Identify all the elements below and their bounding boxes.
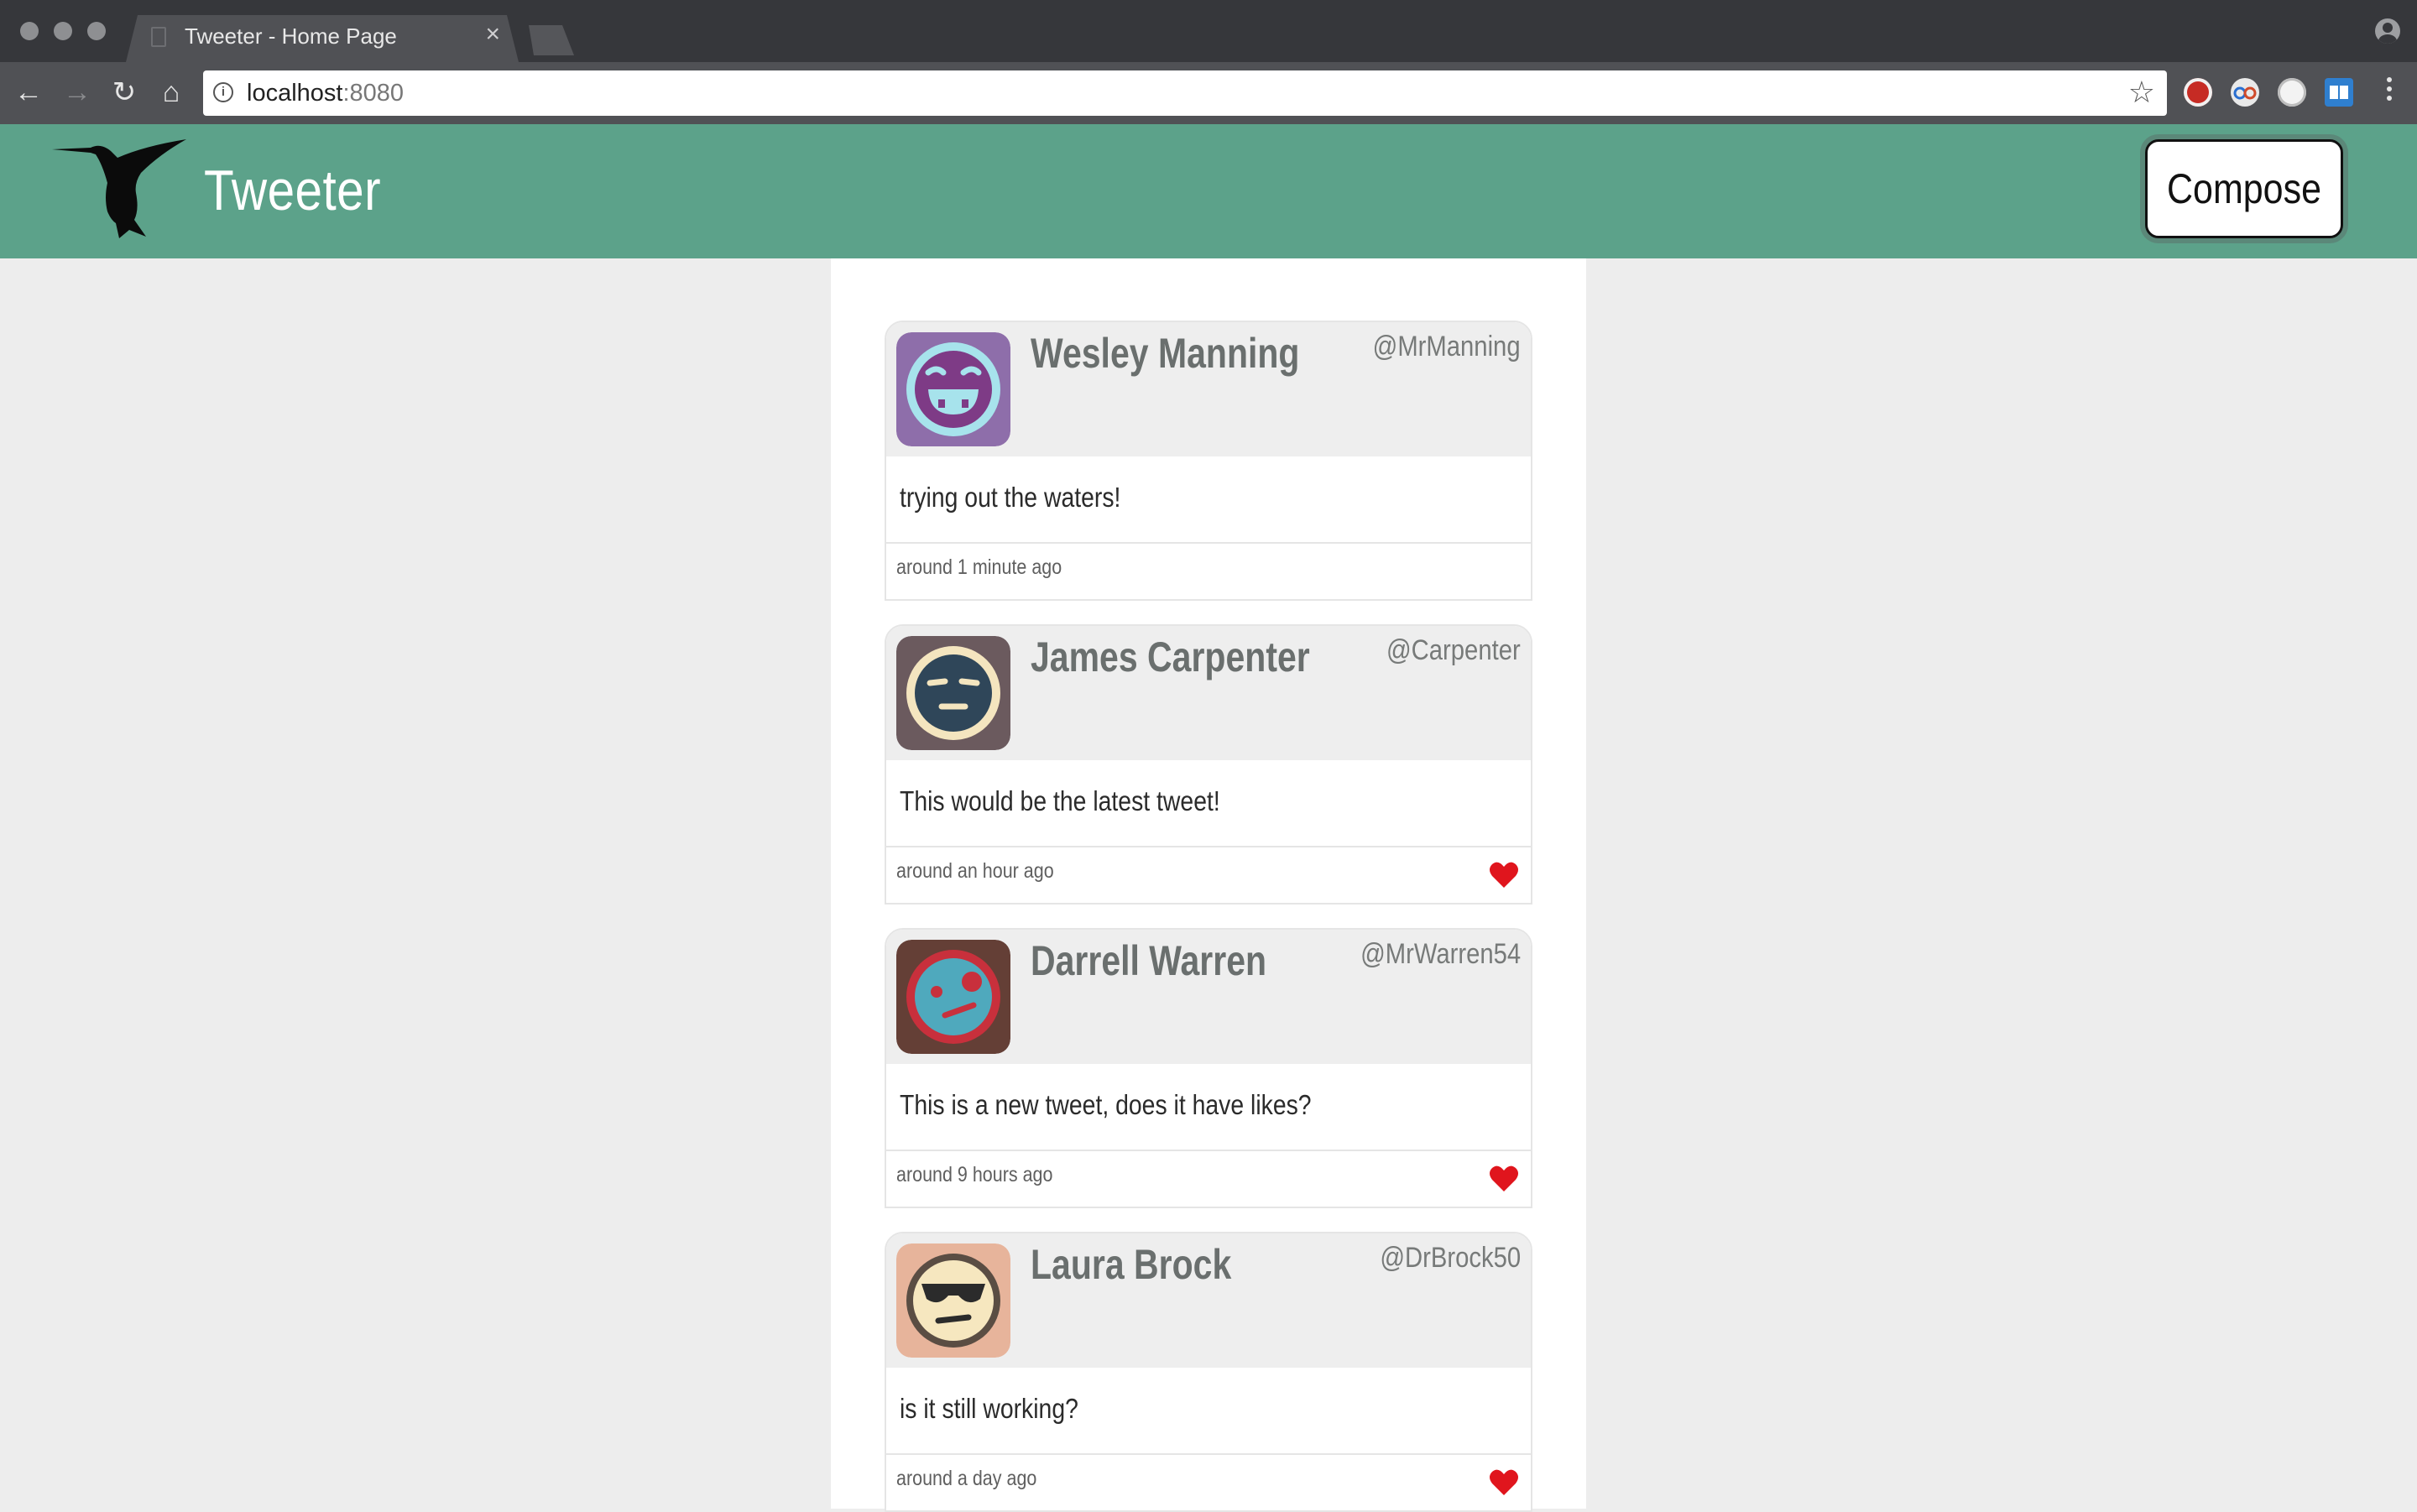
browser-menu-icon[interactable] [2387, 77, 2394, 105]
tweet-card: James Carpenter @Carpenter This would be… [885, 624, 1532, 905]
new-tab-button[interactable] [522, 25, 574, 55]
compose-label: Compose [2166, 165, 2322, 212]
window-zoom-dot[interactable] [87, 22, 106, 40]
page-icon [151, 27, 166, 47]
hummingbird-logo [52, 139, 186, 238]
tweet-text: This is a new tweet, does it have likes? [900, 1089, 1312, 1120]
browser-tab[interactable]: Tweeter - Home Page × [126, 15, 519, 62]
tweet-author-handle[interactable]: @DrBrock50 [1380, 1242, 1521, 1275]
site-info-icon[interactable]: i [213, 82, 233, 102]
tweet-timestamp: around an hour ago [896, 859, 1054, 883]
tweet-author-name[interactable]: James Carpenter [1031, 633, 1310, 681]
tweet-footer: around 9 hours ago [886, 1151, 1531, 1207]
tweet-card: Darrell Warren @MrWarren54 This is a new… [885, 928, 1532, 1208]
tweet-author-handle[interactable]: @MrWarren54 [1360, 938, 1521, 971]
tweet-author-name[interactable]: Wesley Manning [1031, 329, 1299, 378]
bookmark-star-icon[interactable]: ☆ [2128, 76, 2155, 109]
tweet-author-handle[interactable]: @Carpenter [1386, 634, 1521, 667]
tab-title: Tweeter - Home Page [185, 23, 397, 49]
tweet-body: This would be the latest tweet! [886, 760, 1531, 847]
address-bar[interactable]: i localhost:8080 ☆ [203, 70, 2167, 116]
url-port: :8080 [342, 80, 405, 107]
forward-arrow-icon[interactable]: → [60, 76, 94, 109]
glasses-icon[interactable] [2231, 78, 2259, 107]
tweet-text: This would be the latest tweet! [900, 785, 1220, 816]
home-icon[interactable]: ⌂ [154, 76, 188, 109]
avatar[interactable] [896, 1243, 1010, 1358]
tweet-author-handle[interactable]: @MrManning [1373, 331, 1521, 363]
tab-close-icon[interactable]: × [485, 22, 500, 47]
profile-icon[interactable] [2375, 18, 2400, 44]
heart-icon[interactable] [1489, 1468, 1519, 1497]
tweet-timestamp: around a day ago [896, 1467, 1037, 1490]
tweet-body: trying out the waters! [886, 456, 1531, 544]
app-header: Tweeter Compose [0, 124, 2417, 258]
tweet-body: This is a new tweet, does it have likes? [886, 1064, 1531, 1151]
tweet-author-name[interactable]: Laura Brock [1031, 1240, 1231, 1289]
window-close-dot[interactable] [20, 22, 39, 40]
tweet-card: Laura Brock @DrBrock50 is it still worki… [885, 1232, 1532, 1512]
url-host: localhost [247, 80, 343, 107]
tweet-footer: around 1 minute ago [886, 544, 1531, 599]
tweet-footer: around an hour ago [886, 847, 1531, 903]
tweet-body: is it still working? [886, 1368, 1531, 1455]
circle-icon[interactable] [2278, 78, 2306, 107]
avatar[interactable] [896, 636, 1010, 750]
tweet-author-name[interactable]: Darrell Warren [1031, 936, 1266, 985]
window-minimize-dot[interactable] [54, 22, 72, 40]
tweet-header: Laura Brock @DrBrock50 [886, 1233, 1531, 1368]
url-text: localhost:8080 [247, 80, 404, 107]
reload-icon[interactable]: ↻ [107, 76, 141, 109]
tweet-text: is it still working? [900, 1393, 1078, 1424]
tweet-header: James Carpenter @Carpenter [886, 626, 1531, 760]
tweet-timestamp: around 9 hours ago [896, 1163, 1053, 1186]
compose-button[interactable]: Compose [2145, 139, 2343, 238]
back-arrow-icon[interactable]: ← [12, 76, 45, 109]
ublock-icon[interactable] [2184, 78, 2212, 107]
tweet-header: Darrell Warren @MrWarren54 [886, 930, 1531, 1064]
tweet-header: Wesley Manning @MrManning [886, 322, 1531, 456]
heart-icon[interactable] [1489, 861, 1519, 889]
tweet-card: Wesley Manning @MrManning trying out the… [885, 321, 1532, 601]
tweet-text: trying out the waters! [900, 482, 1121, 513]
avatar[interactable] [896, 332, 1010, 446]
heart-icon[interactable] [1489, 1165, 1519, 1193]
tweet-footer: around a day ago [886, 1455, 1531, 1510]
avatar[interactable] [896, 940, 1010, 1054]
brand-title[interactable]: Tweeter [204, 158, 381, 223]
reader-icon[interactable] [2325, 78, 2353, 107]
tweet-feed: Wesley Manning @MrManning trying out the… [831, 258, 1586, 1512]
tweet-timestamp: around 1 minute ago [896, 555, 1062, 579]
browser-tab-strip: Tweeter - Home Page × [0, 0, 2417, 62]
browser-toolbar: ← → ↻ ⌂ i localhost:8080 ☆ [0, 62, 2417, 124]
